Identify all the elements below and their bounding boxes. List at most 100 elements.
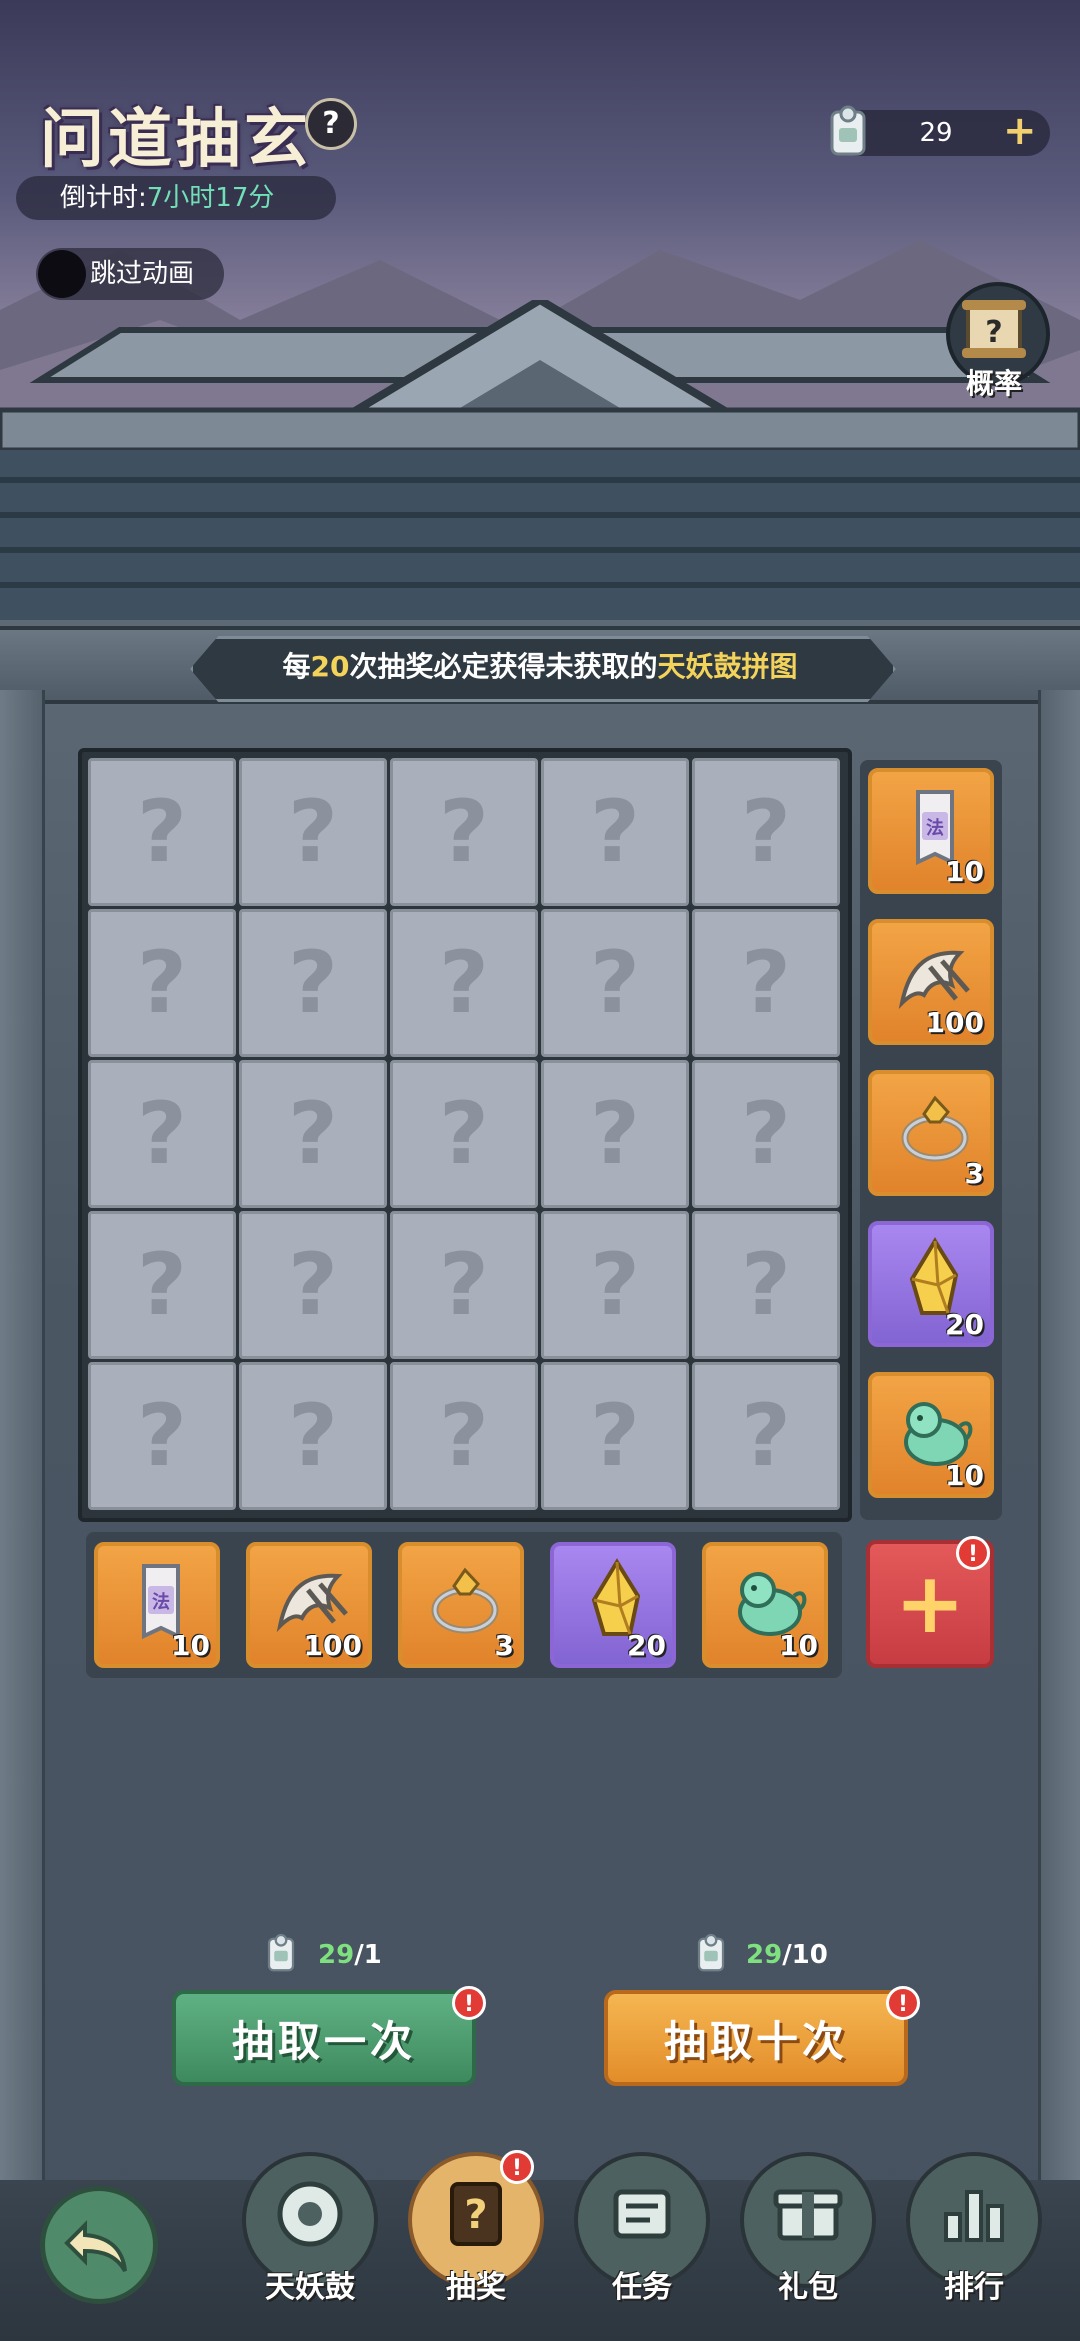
unknown-piece-mark: ? [741, 782, 791, 882]
nav-label: 任务 [612, 2270, 672, 2305]
scroll-icon: ? [962, 300, 1026, 358]
puzzle-piece: ? [390, 1362, 538, 1510]
nav-label: 抽奖 [446, 2270, 506, 2305]
probability-label: 概率 [965, 367, 1022, 400]
unknown-piece-mark: ? [288, 1235, 338, 1335]
unknown-piece-mark: ? [439, 1084, 489, 1184]
reward-card[interactable]: 法 10 [94, 1542, 220, 1668]
reward-card[interactable]: 100 [868, 919, 994, 1045]
puzzle-piece: ? [692, 909, 840, 1057]
puzzle-piece: ? [88, 1362, 236, 1510]
puzzle-piece: ? [239, 1362, 387, 1510]
draw-ten-need: /10 [782, 1940, 828, 1970]
help-icon[interactable]: ? [305, 98, 357, 150]
task-scroll-icon [592, 2164, 692, 2264]
draw-ten-have: 29 [746, 1940, 783, 1970]
reward-count: 10 [779, 1629, 818, 1662]
nav-label: 天妖鼓 [265, 2270, 355, 2305]
puzzle-piece: ? [541, 1211, 689, 1359]
reward-count: 10 [945, 855, 984, 888]
reward-count: 3 [494, 1629, 514, 1662]
token-icon [830, 105, 866, 156]
unknown-piece-mark: ? [590, 1235, 640, 1335]
puzzle-piece: ? [239, 758, 387, 906]
puzzle-piece: ? [541, 1060, 689, 1208]
unknown-piece-mark: ? [590, 782, 640, 882]
drum-icon [260, 2164, 360, 2264]
reward-card[interactable]: 10 [868, 1372, 994, 1498]
pity-banner-text: 每20次抽奖必定获得未获取的天妖鼓拼图 [190, 636, 890, 696]
unknown-piece-mark: ? [590, 1386, 640, 1486]
gift-box-icon [758, 2164, 858, 2264]
reward-card[interactable]: 10 [702, 1542, 828, 1668]
draw-once-button[interactable]: 抽取一次 [172, 1990, 476, 2086]
puzzle-piece: ? [390, 758, 538, 906]
puzzle-piece: ? [692, 1211, 840, 1359]
unknown-piece-mark: ? [439, 1235, 489, 1335]
draw-once-alert-badge: ! [452, 1986, 486, 2020]
puzzle-board: ????????????????????????? [78, 748, 852, 1522]
reward-count: 100 [303, 1629, 362, 1662]
unknown-piece-mark: ? [741, 933, 791, 1033]
unknown-piece-mark: ? [741, 1386, 791, 1486]
svg-text:?: ? [985, 315, 1002, 350]
unknown-piece-mark: ? [439, 782, 489, 882]
reward-count: 10 [945, 1459, 984, 1492]
puzzle-piece: ? [88, 1211, 236, 1359]
reward-card[interactable]: 100 [246, 1542, 372, 1668]
unknown-piece-mark: ? [137, 933, 187, 1033]
reward-count: 20 [945, 1308, 984, 1341]
puzzle-piece: ? [541, 758, 689, 906]
reward-count: 20 [627, 1629, 666, 1662]
unknown-piece-mark: ? [590, 1084, 640, 1184]
reward-count: 3 [964, 1157, 984, 1190]
svg-text:法: 法 [926, 817, 944, 839]
skip-animation-toggle[interactable] [38, 250, 86, 298]
puzzle-piece: ? [239, 1211, 387, 1359]
banner-number: 20 [310, 650, 350, 683]
currency-add-button[interactable]: + [1003, 106, 1037, 156]
puzzle-piece: ? [390, 1211, 538, 1359]
banner-middle: 次抽奖必定获得未获取的 [349, 650, 658, 683]
page-title: 问道抽玄 [40, 102, 312, 177]
reward-count: 100 [925, 1006, 984, 1039]
back-arrow-icon [64, 2220, 127, 2273]
reward-card[interactable]: 法 10 [868, 768, 994, 894]
draw-ten-button[interactable]: 抽取十次 [604, 1990, 908, 2086]
lottery-alert-badge: ! [500, 2150, 534, 2184]
token-icon [697, 1933, 725, 1972]
draw-ten-alert-badge: ! [886, 1986, 920, 2020]
unknown-piece-mark: ? [288, 1084, 338, 1184]
puzzle-piece: ? [390, 1060, 538, 1208]
ranking-icon [924, 2164, 1024, 2264]
currency-value: 29 [919, 118, 953, 148]
draw-one-need: /1 [354, 1940, 382, 1970]
reward-card[interactable]: 20 [550, 1542, 676, 1668]
puzzle-piece: ? [390, 909, 538, 1057]
draw-one-have: 29 [318, 1940, 355, 1970]
svg-text:法: 法 [152, 1591, 170, 1613]
puzzle-piece: ? [239, 1060, 387, 1208]
unknown-piece-mark: ? [741, 1084, 791, 1184]
unknown-piece-mark: ? [741, 1235, 791, 1335]
draw-one-cost: 29/1 [318, 1940, 382, 1970]
back-button[interactable] [40, 2186, 158, 2304]
unknown-piece-mark: ? [439, 1386, 489, 1486]
puzzle-piece: ? [239, 909, 387, 1057]
skip-animation-label: 跳过动画 [90, 259, 195, 289]
unknown-piece-mark: ? [590, 933, 640, 1033]
temple-roof [0, 300, 1080, 630]
unknown-piece-mark: ? [439, 933, 489, 1033]
svg-text:?: ? [464, 2192, 487, 2238]
reward-card[interactable]: 20 [868, 1221, 994, 1347]
reward-card[interactable]: 3 [868, 1070, 994, 1196]
reward-count: 10 [171, 1629, 210, 1662]
countdown-timer: 倒计时:7小时17分 [16, 176, 336, 220]
reward-card[interactable]: 3 [398, 1542, 524, 1668]
unknown-piece-mark: ? [137, 1386, 187, 1486]
token-icon [267, 1933, 295, 1972]
banner-prefix: 每 [282, 650, 311, 683]
unknown-piece-mark: ? [137, 1235, 187, 1335]
puzzle-piece: ? [692, 1060, 840, 1208]
draw-ten-cost: 29/10 [746, 1940, 828, 1970]
